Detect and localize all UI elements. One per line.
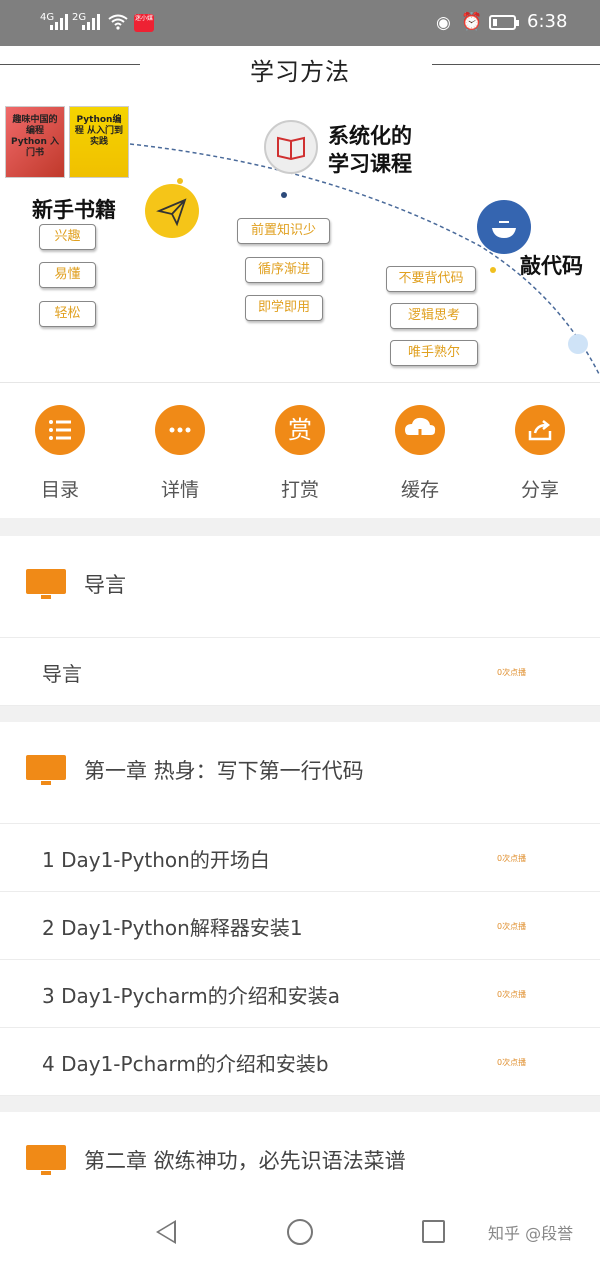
tag-left-1: 兴趣 xyxy=(39,224,96,250)
section-gap xyxy=(0,1096,600,1112)
cache-label: 缓存 xyxy=(400,479,439,501)
signal-bars-icon xyxy=(82,14,100,30)
label-systematic-course: 系统化的 学习课程 xyxy=(328,124,412,176)
section-gap xyxy=(0,706,600,722)
catalog-button[interactable]: 目录 xyxy=(10,405,110,502)
lesson-title: 3 Day1-Pycharm的介绍和安装a xyxy=(42,984,340,1008)
tag-center-3: 即学即用 xyxy=(245,295,323,321)
book-cover-1: 趣味中国的编程 Python 入门书 xyxy=(5,106,65,178)
lesson-row[interactable]: 3 Day1-Pycharm的介绍和安装a 0次点播 xyxy=(0,960,600,1028)
play-count: 0次点播 xyxy=(497,990,527,999)
tag-left-3: 轻松 xyxy=(39,301,96,327)
lesson-title: 导言 xyxy=(42,662,82,686)
video-icon xyxy=(26,1145,66,1175)
video-icon xyxy=(26,755,66,785)
share-label: 分享 xyxy=(520,479,559,501)
play-count: 0次点播 xyxy=(497,922,527,931)
app-notification-badge: 迷小媒 xyxy=(134,14,154,32)
section-title: 导言 xyxy=(84,573,126,597)
cache-button[interactable]: 缓存 xyxy=(370,405,470,502)
video-icon xyxy=(26,569,66,599)
details-button[interactable]: 详情 xyxy=(130,405,230,502)
signal-bars-icon xyxy=(50,14,68,30)
recent-apps-icon[interactable] xyxy=(422,1220,445,1243)
play-count: 0次点播 xyxy=(497,854,527,863)
paper-plane-icon xyxy=(145,184,199,238)
back-icon[interactable] xyxy=(156,1220,176,1244)
lesson-title: 2 Day1-Python解释器安装1 xyxy=(42,916,303,940)
share-button[interactable]: 分享 xyxy=(490,405,590,502)
clock-time: 6:38 xyxy=(527,11,568,32)
bowl-icon xyxy=(477,200,531,254)
lesson-row[interactable]: 4 Day1-Pcharm的介绍和安装b 0次点播 xyxy=(0,1028,600,1096)
eye-comfort-icon: ◉ xyxy=(436,13,451,33)
status-bar: 4G 2G 迷小媒 ◉ ⏰ 6:38 xyxy=(0,0,600,46)
label-beginner-books: 新手书籍 xyxy=(32,198,116,222)
reward-icon: 赏 xyxy=(275,405,325,455)
section-title: 第二章 欲练神功，必先识语法菜谱 xyxy=(84,1149,406,1173)
book-cover-2: Python编程 从入门到实践 xyxy=(69,106,129,178)
lesson-title: 4 Day1-Pcharm的介绍和安装b xyxy=(42,1052,329,1076)
tag-center-1: 前置知识少 xyxy=(237,218,330,244)
tag-right-1: 不要背代码 xyxy=(386,266,476,292)
reward-label: 打赏 xyxy=(280,479,319,501)
lesson-row[interactable]: 1 Day1-Python的开场白 0次点播 xyxy=(0,824,600,892)
tag-right-3: 唯手熟尔 xyxy=(390,340,478,366)
lesson-title: 1 Day1-Python的开场白 xyxy=(42,848,270,872)
tag-center-2: 循序渐进 xyxy=(245,257,323,283)
play-count: 0次点播 xyxy=(497,668,527,677)
label-write-code: 敲代码 xyxy=(520,254,583,278)
tag-right-2: 逻辑思考 xyxy=(390,303,478,329)
section-title: 第一章 热身：写下第一行代码 xyxy=(84,759,364,783)
more-icon xyxy=(155,405,205,455)
cloud-download-icon xyxy=(395,405,445,455)
watermark: 知乎 @段誉 xyxy=(488,1224,574,1243)
play-count: 0次点播 xyxy=(497,1058,527,1067)
catalog-label: 目录 xyxy=(40,479,79,501)
section-header[interactable]: 第一章 热身：写下第一行代码 xyxy=(0,722,600,824)
wifi-icon xyxy=(108,14,128,30)
learning-method-banner[interactable]: 学习方法 趣味中国的编程 Python 入门书 Python编程 从入门到实践 … xyxy=(0,46,600,382)
section-gap xyxy=(0,518,600,536)
system-nav-bar: 知乎 @段誉 xyxy=(0,1198,600,1267)
lesson-row[interactable]: 2 Day1-Python解释器安装1 0次点播 xyxy=(0,892,600,960)
battery-icon xyxy=(489,15,519,30)
list-icon xyxy=(35,405,85,455)
section-header[interactable]: 导言 xyxy=(0,536,600,638)
share-icon xyxy=(515,405,565,455)
action-bar: 目录 详情 赏 打赏 缓存 分享 xyxy=(0,382,600,518)
details-label: 详情 xyxy=(160,479,199,501)
book-open-icon xyxy=(264,120,318,174)
tag-left-2: 易懂 xyxy=(39,262,96,288)
lesson-row[interactable]: 导言 0次点播 xyxy=(0,638,600,706)
reward-button[interactable]: 赏 打赏 xyxy=(250,405,350,502)
home-icon[interactable] xyxy=(287,1219,313,1245)
alarm-icon: ⏰ xyxy=(461,12,483,32)
